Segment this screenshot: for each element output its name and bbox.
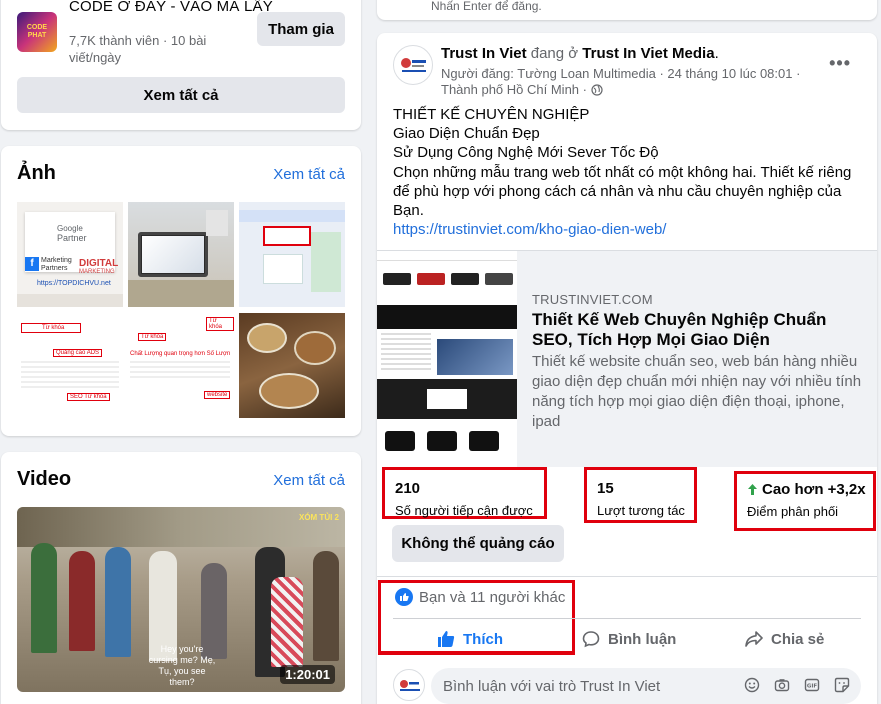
gif-icon[interactable]: GIF (803, 676, 821, 694)
photo-thumb[interactable] (128, 202, 234, 307)
link-preview-description: Thiết kế website chuẩn seo, web bán hàng… (532, 353, 862, 430)
page-name-link[interactable]: Trust In Viet (441, 45, 527, 62)
comment-input[interactable]: Bình luận với vai trò Trust In Viet GIF (431, 668, 861, 704)
post-meta-line2: Thành phố Hồ Chí Minh · (441, 82, 587, 97)
photo-thumb[interactable]: Từ khóa Quảng cáo ADS SEO Từ khóa (17, 313, 123, 418)
video-subtitle: Hey you're cursing me? Mẹ, Tụ, you see t… (148, 644, 216, 687)
reactions-summary[interactable]: Bạn và 11 người khác (395, 588, 565, 606)
group-meta: 7,7K thành viên · 10 bài viết/ngày (69, 33, 207, 65)
post-link[interactable]: https://trustinviet.com/kho-giao-dien-we… (393, 221, 666, 238)
comment-icon (582, 631, 600, 648)
share-icon (745, 631, 763, 647)
arrow-up-icon (748, 484, 757, 495)
group-thumbnail[interactable]: CODE PHAT (17, 12, 57, 52)
stat-distribution-label: Điểm phân phối (747, 504, 839, 519)
comment-button[interactable]: Bình luận (582, 627, 676, 651)
emoji-icon[interactable] (743, 676, 761, 694)
comment-tools: GIF (743, 676, 851, 694)
group-suggestion-card: CODE PHAT CODE Ở ĐÂY - VÀO MÀ LẤY 7,7K t… (1, 0, 361, 130)
photo-thumb[interactable] (239, 202, 345, 307)
post-card: Trust In Viet đang ở Trust In Viet Media… (377, 33, 877, 704)
group-name[interactable]: CODE Ở ĐÂY - VÀO MÀ LẤY (69, 0, 273, 15)
like-highlight (378, 645, 575, 655)
photos-title: Ảnh (17, 162, 56, 184)
post-author-line: Trust In Viet đang ở Trust In Viet Media… (441, 45, 719, 62)
stat-engagement-value: 15 (597, 480, 614, 497)
composer-card: Nhấn Enter để đăng. (377, 0, 877, 20)
video-thumbnail[interactable]: XÓM TỦI 2 Hey you're cursing me? Mẹ, Tụ,… (17, 507, 345, 692)
comment-placeholder: Bình luận với vai trò Trust In Viet (443, 677, 661, 695)
video-card: Video Xem tất cả XÓM TỦI 2 Hey you're cu… (1, 452, 361, 704)
link-preview[interactable]: TRUSTINVIET.COM Thiết Kế Web Chuyên Nghi… (377, 250, 877, 468)
like-reaction-icon (395, 588, 413, 606)
post-body: THIẾT KẾ CHUYÊN NGHIỆP Giao Diện Chuẩn Đ… (393, 105, 863, 239)
stat-distribution-value: Cao hơn +3,2x (762, 481, 866, 498)
camera-icon[interactable] (773, 676, 791, 694)
location-page-link[interactable]: Trust In Viet Media (582, 45, 714, 62)
video-see-all-link[interactable]: Xem tất cả (273, 472, 345, 489)
join-group-button[interactable]: Tham gia (257, 12, 345, 46)
video-badge: XÓM TỦI 2 (298, 513, 339, 522)
post-body-line: Chọn những mẫu trang web tốt nhất có một… (393, 163, 852, 220)
stat-engagement[interactable]: 15 Lượt tương tác (584, 467, 697, 523)
svg-text:GIF: GIF (807, 684, 818, 690)
stat-engagement-label: Lượt tương tác (597, 503, 685, 518)
link-preview-title: Thiết Kế Web Chuyên Nghiệp Chuẩn SEO, Tí… (532, 310, 827, 349)
post-body-line: Sử Dụng Công Nghệ Mới Sever Tốc Độ (393, 144, 659, 162)
commenter-avatar[interactable] (393, 669, 425, 701)
composer-hint: Nhấn Enter để đăng. (431, 0, 542, 13)
photo-thumb[interactable]: Từ khóa Chất Lượng quan trọng hơn Số Lượ… (128, 313, 234, 418)
reactions-text: Bạn và 11 người khác (419, 588, 566, 606)
stat-reach[interactable]: 210 Số người tiếp cận được (382, 467, 547, 519)
sticker-icon[interactable] (833, 676, 851, 694)
stat-reach-label: Số người tiếp cận được (395, 503, 533, 518)
post-meta: Người đăng: Tường Loan Multimedia · 24 t… (441, 66, 811, 98)
photos-card: Ảnh Xem tất cả Google Partner f Marketin… (1, 146, 361, 436)
share-button[interactable]: Chia sẻ (745, 627, 824, 651)
page-avatar[interactable] (393, 45, 433, 85)
globe-icon (591, 84, 603, 96)
stat-distribution[interactable]: Cao hơn +3,2x Điểm phân phối (734, 471, 876, 531)
video-title: Video (17, 468, 72, 490)
photos-see-all-link[interactable]: Xem tất cả (273, 166, 345, 183)
actions-divider (393, 618, 861, 619)
video-duration: 1:20:01 (280, 665, 335, 684)
group-thumbnail-text: CODE PHAT (26, 24, 48, 39)
cannot-boost-button[interactable]: Không thể quảng cáo (392, 525, 564, 562)
link-preview-domain: TRUSTINVIET.COM (532, 292, 653, 307)
facebook-icon: f (25, 257, 39, 271)
section-divider (377, 576, 877, 577)
link-preview-image (377, 251, 517, 468)
stat-reach-value: 210 (395, 480, 421, 497)
see-all-groups-button[interactable]: Xem tất cả (17, 77, 345, 113)
post-body-line: THIẾT KẾ CHUYÊN NGHIỆP (393, 106, 590, 123)
post-more-options-icon[interactable]: ••• (829, 53, 851, 74)
photo-thumb[interactable]: Google Partner f Marketing Partners DIGIT… (17, 202, 123, 307)
at-text: đang ở (530, 45, 579, 62)
post-body-line: Giao Diện Chuẩn Đẹp (393, 125, 540, 143)
photo-thumb[interactable] (239, 313, 345, 418)
post-meta-line1[interactable]: Người đăng: Tường Loan Multimedia · 24 t… (441, 66, 811, 82)
